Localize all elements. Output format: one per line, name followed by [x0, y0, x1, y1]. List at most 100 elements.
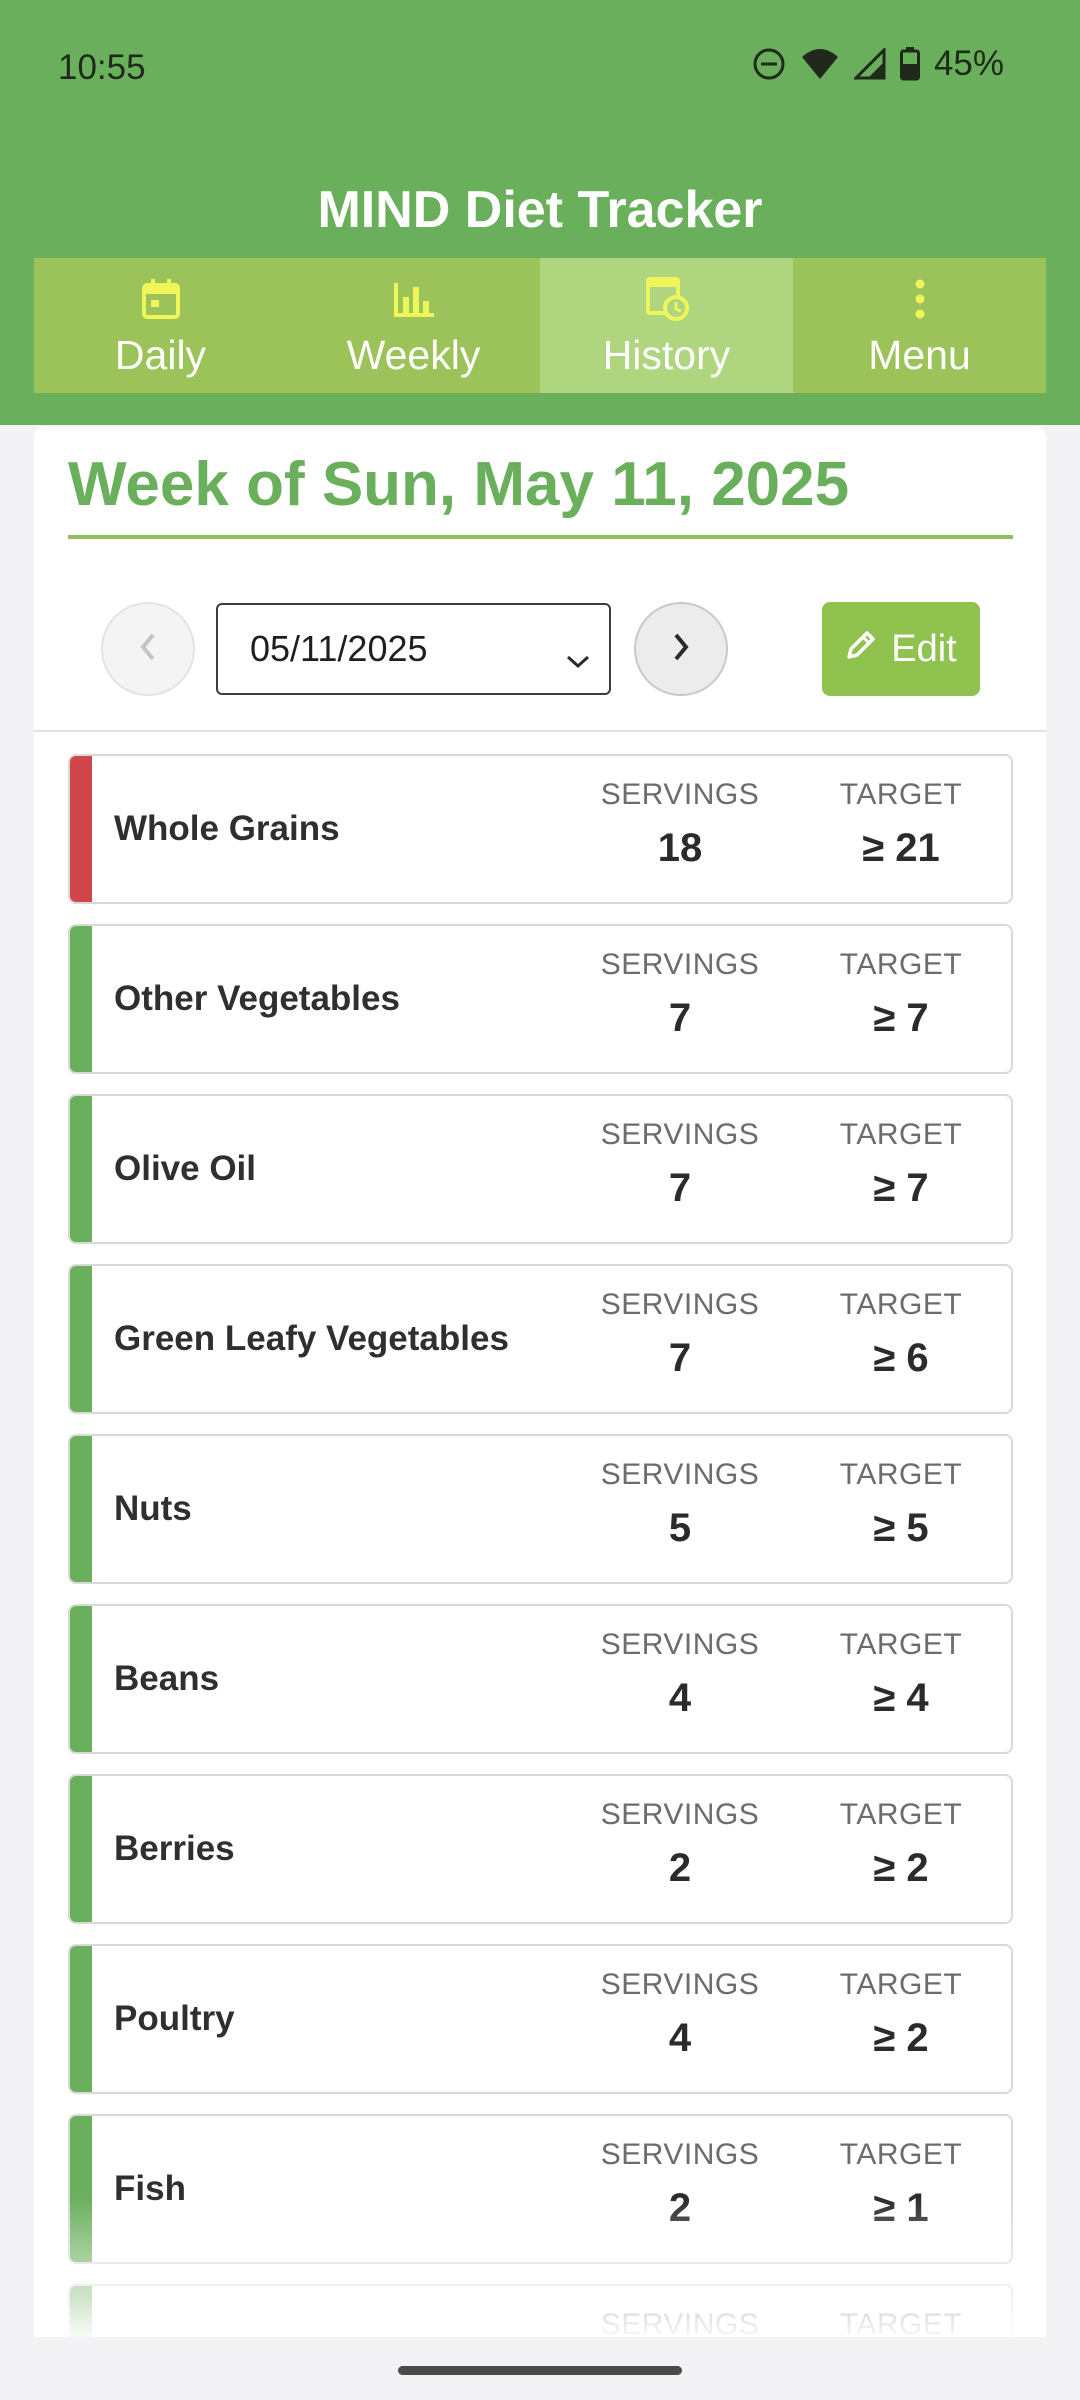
- food-group-row[interactable]: Nuts SERVINGS 5 TARGET ≥ 5: [68, 1434, 1013, 1584]
- food-group-row[interactable]: Olive Oil SERVINGS 7 TARGET ≥ 7: [68, 1094, 1013, 1244]
- app-title: MIND Diet Tracker: [317, 181, 763, 239]
- target-value: ≥ 2: [873, 1846, 929, 1890]
- tab-history[interactable]: History: [540, 258, 793, 393]
- target-value: ≥ 7: [873, 1166, 929, 1210]
- status-indicator: [70, 756, 92, 902]
- target-stat: TARGET ≥ 6: [811, 1288, 991, 1381]
- food-group-name: Green Leafy Vegetables: [114, 1319, 509, 1358]
- servings-stat: SERVINGS 4: [590, 1968, 770, 2061]
- target-stat: TARGET ≥ 2: [811, 1798, 991, 1891]
- tab-bar: Daily Weekly History Menu: [34, 258, 1046, 393]
- servings-value: 18: [657, 826, 703, 870]
- servings-stat: SERVINGS 5: [590, 1458, 770, 1551]
- target-value: ≥ 21: [862, 826, 940, 870]
- food-group-list: Whole Grains SERVINGS 18 TARGET ≥ 21 Other Ve…: [68, 754, 1013, 2337]
- home-gesture-handle[interactable]: [398, 2366, 682, 2375]
- target-value: ≥ 5: [873, 1506, 929, 1550]
- servings-label: SERVINGS: [600, 1458, 760, 1491]
- week-date-select[interactable]: 05/11/2025: [216, 603, 611, 695]
- target-stat: TARGET ≥ 2: [811, 1968, 991, 2061]
- bar-chart-icon: [392, 274, 436, 324]
- target-label: TARGET: [839, 2138, 963, 2171]
- servings-stat: SERVINGS 7: [590, 948, 770, 1041]
- status-indicator: [70, 1096, 92, 1242]
- servings-value: 4: [668, 1676, 692, 1720]
- servings-stat: SERVINGS 7: [590, 1118, 770, 1211]
- scroll-fade: [34, 2197, 1046, 2337]
- food-group-name: Olive Oil: [114, 1149, 256, 1188]
- status-indicator: [70, 1776, 92, 1922]
- tab-menu[interactable]: Menu: [793, 258, 1046, 393]
- servings-label: SERVINGS: [600, 1798, 760, 1831]
- tab-label: Menu: [868, 332, 971, 378]
- next-week-button[interactable]: [634, 602, 728, 696]
- selected-date: 05/11/2025: [250, 628, 428, 669]
- food-group-row[interactable]: Green Leafy Vegetables SERVINGS 7 TARGET ≥ 6: [68, 1264, 1013, 1414]
- week-navigation: 05/11/2025 Edit: [34, 602, 1046, 697]
- status-indicator: [70, 1946, 92, 2092]
- servings-stat: SERVINGS 18: [590, 778, 770, 871]
- do-not-disturb-icon: [752, 47, 786, 81]
- target-value: ≥ 6: [873, 1336, 929, 1380]
- target-value: ≥ 7: [873, 996, 929, 1040]
- food-group-name: Poultry: [114, 1999, 235, 2038]
- target-stat: TARGET ≥ 7: [811, 1118, 991, 1211]
- target-label: TARGET: [839, 1798, 963, 1831]
- servings-value: 7: [668, 996, 692, 1040]
- week-title: Week of Sun, May 11, 2025: [68, 450, 850, 519]
- target-label: TARGET: [839, 1288, 963, 1321]
- tab-label: Daily: [114, 332, 207, 378]
- target-value: ≥ 4: [873, 1676, 929, 1720]
- calendar-icon: [141, 274, 181, 324]
- servings-value: 5: [668, 1506, 692, 1550]
- target-label: TARGET: [839, 1968, 963, 2001]
- servings-label: SERVINGS: [600, 2138, 760, 2171]
- food-group-row[interactable]: Poultry SERVINGS 4 TARGET ≥ 2: [68, 1944, 1013, 2094]
- servings-value: 7: [668, 1336, 692, 1380]
- servings-stat: SERVINGS 2: [590, 1798, 770, 1891]
- divider: [34, 730, 1046, 732]
- edit-button[interactable]: Edit: [822, 602, 980, 696]
- food-group-row[interactable]: Whole Grains SERVINGS 18 TARGET ≥ 21: [68, 754, 1013, 904]
- target-stat: TARGET ≥ 5: [811, 1458, 991, 1551]
- target-label: TARGET: [839, 948, 963, 981]
- battery-percent: 45%: [933, 44, 1004, 83]
- food-group-name: Nuts: [114, 1489, 192, 1528]
- target-label: TARGET: [839, 1458, 963, 1491]
- servings-label: SERVINGS: [600, 948, 760, 981]
- food-group-name: Beans: [114, 1659, 220, 1698]
- servings-stat: SERVINGS 4: [590, 1628, 770, 1721]
- food-group-row[interactable]: Beans SERVINGS 4 TARGET ≥ 4: [68, 1604, 1013, 1754]
- battery-icon: [899, 47, 920, 81]
- servings-value: 2: [668, 1846, 692, 1890]
- target-stat: TARGET ≥ 21: [811, 778, 991, 871]
- status-indicator: [70, 1606, 92, 1752]
- food-group-name: Other Vegetables: [114, 979, 400, 1018]
- food-group-name: Whole Grains: [114, 809, 340, 848]
- app-header: 10:55 45% MIND Diet Tracker Daily Weekly…: [0, 0, 1080, 425]
- target-stat: TARGET ≥ 4: [811, 1628, 991, 1721]
- servings-label: SERVINGS: [600, 1288, 760, 1321]
- more-vertical-icon: [914, 274, 926, 324]
- food-group-row[interactable]: Other Vegetables SERVINGS 7 TARGET ≥ 7: [68, 924, 1013, 1074]
- servings-label: SERVINGS: [600, 1118, 760, 1151]
- status-bar: 10:55 45%: [0, 0, 1080, 135]
- food-group-name: Berries: [114, 1829, 235, 1868]
- tab-label: Weekly: [346, 332, 481, 378]
- title-divider: [68, 535, 1013, 539]
- tab-daily[interactable]: Daily: [34, 258, 287, 393]
- status-time: 10:55: [58, 48, 146, 87]
- cell-signal-icon: [853, 48, 886, 80]
- history-icon: [644, 274, 690, 324]
- servings-value: 4: [668, 2016, 692, 2060]
- tab-weekly[interactable]: Weekly: [287, 258, 540, 393]
- previous-week-button[interactable]: [101, 602, 195, 696]
- status-indicator: [70, 1436, 92, 1582]
- target-label: TARGET: [839, 778, 963, 811]
- status-indicator: [70, 1266, 92, 1412]
- edit-label: Edit: [891, 627, 957, 670]
- wifi-icon: [800, 47, 840, 81]
- food-group-row[interactable]: Berries SERVINGS 2 TARGET ≥ 2: [68, 1774, 1013, 1924]
- chevron-left-icon: [138, 631, 158, 668]
- servings-label: SERVINGS: [600, 778, 760, 811]
